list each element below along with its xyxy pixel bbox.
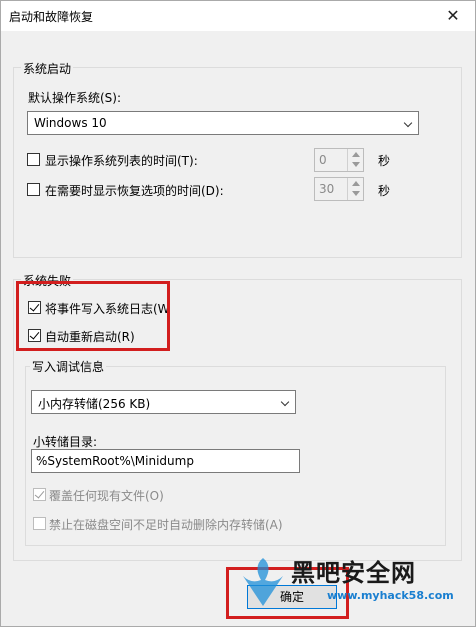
title-bar: 启动和故障恢复 ✕ [1,1,475,31]
watermark-url: www.myhack58.com [327,589,454,602]
dump-dir-value: %SystemRoot%\Minidump [36,454,194,468]
spinner-buttons[interactable] [347,149,363,171]
system-startup-label: 系统启动 [21,60,74,77]
default-os-value: Windows 10 [34,116,107,130]
startup-recovery-dialog: 启动和故障恢复 ✕ 系统启动 默认操作系统(S): Windows 10 显示操… [0,0,476,627]
spinner-buttons[interactable] [347,178,363,200]
watermark-logo [243,558,283,606]
highlight-box [16,281,170,351]
show-os-list-checkbox[interactable] [27,153,40,166]
dump-type-dropdown[interactable]: 小内存转储(256 KB) [31,390,296,414]
disable-auto-delete-label: 禁止在磁盘空间不足时自动删除内存转储(A) [49,518,283,532]
overwrite-label: 覆盖任何现有文件(O) [49,489,164,503]
window-title: 启动和故障恢复 [9,10,94,24]
arrow-down-icon[interactable] [352,191,360,196]
dump-dir-input[interactable]: %SystemRoot%\Minidump [31,449,300,473]
show-os-list-label: 显示操作系统列表的时间(T): [45,154,198,168]
default-os-dropdown[interactable]: Windows 10 [27,111,419,135]
watermark-brand: 黑吧安全网 [291,559,416,587]
show-recovery-label: 在需要时显示恢复选项的时间(D): [45,184,224,198]
debug-info-label: 写入调试信息 [30,358,107,375]
show-os-list-value: 0 [319,153,327,167]
close-icon[interactable]: ✕ [433,3,473,29]
arrow-up-icon[interactable] [352,181,360,186]
dump-type-value: 小内存转储(256 KB) [38,397,151,411]
show-os-list-spinner[interactable]: 0 [314,148,364,172]
arrow-down-icon[interactable] [352,162,360,167]
default-os-label: 默认操作系统(S): [28,91,122,105]
show-recovery-spinner[interactable]: 30 [314,177,364,201]
arrow-up-icon[interactable] [352,152,360,157]
overwrite-checkbox[interactable] [33,488,46,501]
show-recovery-value: 30 [319,182,335,196]
show-recovery-checkbox[interactable] [27,183,40,196]
show-os-list-unit: 秒 [378,154,391,168]
dump-dir-label: 小转储目录: [33,435,98,449]
disable-auto-delete-checkbox[interactable] [33,517,46,530]
chevron-down-icon [280,397,290,407]
show-recovery-unit: 秒 [378,184,391,198]
chevron-down-icon [403,118,413,128]
